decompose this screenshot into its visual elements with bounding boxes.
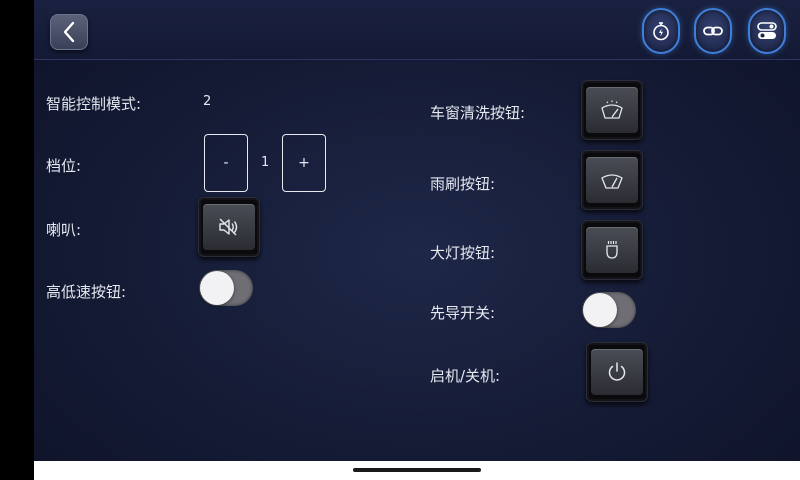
high-low-speed-toggle[interactable] <box>199 270 253 306</box>
engine-timer-button[interactable] <box>642 8 680 54</box>
toggle-knob <box>583 293 617 327</box>
left-edge-bar <box>0 0 34 480</box>
power-icon <box>608 362 626 381</box>
top-bar <box>34 0 800 60</box>
high-low-speed-label: 高低速按钮: <box>46 283 127 301</box>
smart-mode-label: 智能控制模式: <box>46 95 142 113</box>
horn-label: 喇叭: <box>46 221 82 239</box>
gear-minus-button[interactable]: - <box>204 134 248 192</box>
speaker-mute-icon <box>219 218 238 236</box>
smart-mode-value: 2 <box>203 94 212 109</box>
link-button[interactable] <box>694 8 732 54</box>
home-indicator[interactable] <box>353 468 481 472</box>
pilot-switch-label: 先导开关: <box>430 304 496 322</box>
settings-toggle-button[interactable] <box>748 8 786 54</box>
wiper-label: 雨刷按钮: <box>430 175 496 193</box>
headlight-icon <box>606 241 618 259</box>
window-wash-label: 车窗清洗按钮: <box>430 104 526 122</box>
headlight-label: 大灯按钮: <box>430 244 496 262</box>
engine-timer-icon <box>653 22 669 41</box>
headlight-button[interactable] <box>581 220 643 280</box>
pilot-switch-toggle[interactable] <box>582 292 636 328</box>
gear-plus-button[interactable]: + <box>282 134 326 192</box>
back-button[interactable] <box>50 14 88 50</box>
chevron-left-icon <box>63 21 75 43</box>
gear-value: 1 <box>261 155 270 170</box>
power-button[interactable] <box>586 342 648 402</box>
horn-button[interactable] <box>198 197 260 257</box>
wiper-icon <box>601 174 623 189</box>
link-icon <box>703 26 723 36</box>
toggle-knob <box>200 271 234 305</box>
control-screen: 智能控制模式: 2 档位: - 1 + 喇叭: 高低速按钮: 车窗清洗按钮: 雨 <box>34 0 800 461</box>
window-wash-button[interactable] <box>581 80 643 140</box>
gear-label: 档位: <box>46 157 82 175</box>
toggle-settings-icon <box>757 22 777 39</box>
power-label: 启机/关机: <box>430 367 501 385</box>
windshield-washer-icon <box>601 100 623 119</box>
wiper-button[interactable] <box>581 150 643 210</box>
